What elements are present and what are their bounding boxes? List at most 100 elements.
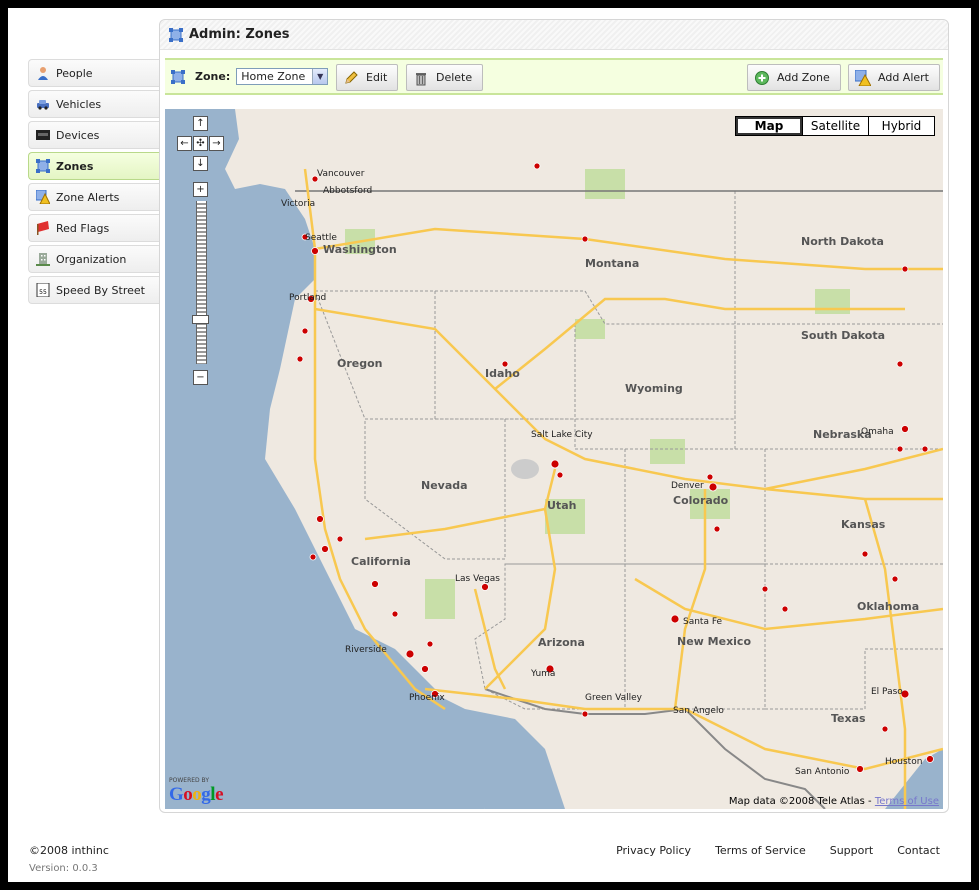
- map-type-map-button[interactable]: Map: [736, 117, 802, 135]
- map-city-label: Salt Lake City: [531, 430, 593, 440]
- zone-toolbar: Zone: Home Zone ▼ Edit Delete Add Zone A…: [165, 58, 943, 95]
- red-flag-icon: [36, 221, 50, 235]
- map-city-label: Riverside: [345, 645, 387, 655]
- map-city-label: Seattle: [305, 233, 337, 243]
- speed-sign-icon: 55: [36, 282, 50, 298]
- sidebar-item-label: Red Flags: [56, 221, 110, 235]
- support-link[interactable]: Support: [830, 844, 873, 857]
- panel-header: Admin: Zones: [160, 20, 948, 50]
- map-state-label: Montana: [585, 257, 640, 270]
- attribution-text: Map data ©2008 Tele Atlas -: [728, 796, 872, 807]
- pan-control: ↑ ← ✣ → ↓ +: [177, 116, 243, 197]
- map-state-label: California: [351, 555, 411, 568]
- privacy-policy-link[interactable]: Privacy Policy: [616, 844, 691, 857]
- edit-button[interactable]: Edit: [336, 64, 399, 91]
- map-type-hybrid-button[interactable]: Hybrid: [868, 117, 934, 135]
- add-alert-button[interactable]: Add Alert: [848, 64, 940, 91]
- zones-icon: [36, 159, 50, 173]
- map-city-label: Denver: [671, 481, 704, 491]
- sidebar-item-people[interactable]: People: [28, 59, 159, 87]
- powered-by-text: POWERED BY: [169, 777, 210, 784]
- map-city-label: El Paso: [871, 687, 903, 697]
- map-state-label: Utah: [547, 499, 577, 512]
- park-area: [425, 579, 455, 619]
- sidebar-item-label: Organization: [56, 252, 127, 266]
- pan-up-button[interactable]: ↑: [193, 116, 208, 131]
- zone-select-value: Home Zone: [241, 70, 306, 83]
- pan-down-button[interactable]: ↓: [193, 156, 208, 171]
- building-icon: [36, 252, 50, 266]
- device-icon: [36, 128, 50, 142]
- map-city-label: San Angelo: [673, 706, 724, 716]
- copyright-text: ©2008 inthinc: [29, 844, 109, 857]
- zoom-out-button[interactable]: −: [193, 370, 208, 385]
- map-state-label: Texas: [831, 712, 866, 725]
- park-area: [585, 169, 625, 199]
- map-state-label: Idaho: [485, 367, 520, 380]
- map-type-satellite-button[interactable]: Satellite: [802, 117, 868, 135]
- sidebar-item-label: People: [56, 66, 93, 80]
- map-state-label: North Dakota: [801, 235, 884, 248]
- map-city-label: Abbotsford: [323, 186, 373, 196]
- map-city-label: Portland: [289, 293, 327, 303]
- sidebar-item-label: Vehicles: [56, 97, 102, 111]
- sidebar-item-label: Zones: [56, 159, 94, 173]
- zone-select[interactable]: Home Zone ▼: [236, 68, 329, 85]
- car-icon: [36, 97, 50, 111]
- map-canvas: [165, 109, 943, 809]
- pan-right-button[interactable]: →: [209, 136, 224, 151]
- zones-icon: [169, 27, 183, 42]
- sidebar-item-vehicles[interactable]: Vehicles: [28, 90, 159, 118]
- map-city-label: Yuma: [531, 669, 556, 679]
- terms-of-service-link[interactable]: Terms of Service: [715, 844, 806, 857]
- pan-center-button[interactable]: ✣: [193, 136, 208, 151]
- pencil-icon: [343, 70, 359, 86]
- add-alert-button-label: Add Alert: [878, 71, 929, 84]
- add-zone-button-label: Add Zone: [777, 71, 830, 84]
- zone-map[interactable]: Washington Montana North Dakota Oregon I…: [165, 109, 943, 809]
- sidebar-item-zones[interactable]: Zones: [28, 152, 159, 180]
- map-state-label: Kansas: [841, 518, 886, 531]
- sidebar-item-zone-alerts[interactable]: Zone Alerts: [28, 183, 159, 211]
- edit-button-label: Edit: [366, 71, 388, 84]
- delete-button[interactable]: Delete: [406, 64, 484, 91]
- person-icon: [36, 66, 50, 80]
- map-state-label: Washington: [323, 243, 397, 256]
- zoom-slider-track[interactable]: [196, 201, 207, 364]
- footer-links: Privacy Policy Terms of Service Support …: [616, 844, 940, 857]
- plus-circle-icon: [754, 70, 770, 86]
- sidebar-item-organization[interactable]: Organization: [28, 245, 159, 273]
- park-area: [650, 439, 685, 464]
- map-city-label: Victoria: [281, 199, 316, 209]
- terms-of-use-link[interactable]: Terms of Use: [875, 796, 939, 807]
- zone-alert-icon: [35, 189, 51, 205]
- map-state-label: Nevada: [421, 479, 468, 492]
- map-city-label: Santa Fe: [683, 617, 723, 627]
- sidebar-item-label: Speed By Street: [56, 283, 145, 297]
- great-salt-lake: [511, 459, 539, 479]
- trash-icon: [413, 70, 429, 86]
- page-title: Admin: Zones: [189, 27, 290, 42]
- sidebar-item-devices[interactable]: Devices: [28, 121, 159, 149]
- zoom-slider-handle[interactable]: [192, 315, 209, 324]
- map-city-label: Omaha: [861, 427, 894, 437]
- add-zone-button[interactable]: Add Zone: [747, 64, 841, 91]
- main-panel: Admin: Zones Zone: Home Zone ▼ Edit Dele…: [159, 19, 949, 813]
- map-state-label: New Mexico: [677, 635, 752, 648]
- svg-text:55: 55: [39, 289, 47, 296]
- map-type-control: Map Satellite Hybrid: [735, 116, 935, 136]
- map-state-label: Colorado: [673, 494, 729, 507]
- zone-label: Zone:: [195, 70, 231, 83]
- sidebar-item-red-flags[interactable]: Red Flags: [28, 214, 159, 242]
- map-city-label: Vancouver: [317, 169, 365, 179]
- version-text: Version: 0.0.3: [29, 863, 98, 874]
- delete-button-label: Delete: [436, 71, 473, 84]
- map-city-label: Las Vegas: [455, 574, 500, 584]
- sidebar-item-speed-by-street[interactable]: 55 Speed By Street: [28, 276, 159, 304]
- sidebar: People Vehicles Devices Zones Zone Alert…: [28, 59, 159, 307]
- contact-link[interactable]: Contact: [897, 844, 940, 857]
- pan-left-button[interactable]: ←: [177, 136, 192, 151]
- chevron-down-icon[interactable]: ▼: [312, 69, 328, 84]
- map-city-label: Green Valley: [585, 693, 642, 703]
- zoom-in-button[interactable]: +: [193, 182, 208, 197]
